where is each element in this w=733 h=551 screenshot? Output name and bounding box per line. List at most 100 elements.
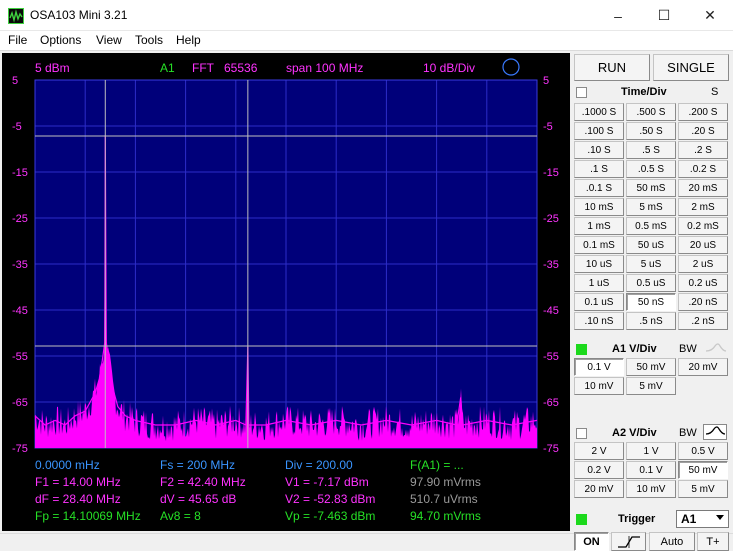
time-div-button[interactable]: .5 nS <box>626 312 676 330</box>
y-tick-label-right: -35 <box>543 259 559 271</box>
time-div-button[interactable]: 50 mS <box>626 179 676 197</box>
time-div-button[interactable]: 0.2 uS <box>678 274 728 292</box>
close-button[interactable]: ✕ <box>687 0 733 31</box>
readout-fs: Fs = 200 MHz <box>160 458 235 472</box>
time-div-button[interactable]: .50 S <box>626 122 676 140</box>
a1-enable-checkbox[interactable] <box>576 344 587 355</box>
time-div-button[interactable]: 1 uS <box>574 274 624 292</box>
time-div-checkbox[interactable] <box>576 87 587 98</box>
time-div-button[interactable]: .200 S <box>678 103 728 121</box>
y-tick-label-right: -25 <box>543 213 559 225</box>
y-tick-label-right: -55 <box>543 351 559 363</box>
y-tick-label-right: -15 <box>543 167 559 179</box>
readout-f2: F2 = 42.40 MHz <box>160 475 246 489</box>
a2-vdiv-button[interactable]: 2 V <box>574 442 624 460</box>
trigger-auto-button[interactable]: Auto <box>649 532 695 551</box>
time-div-button[interactable]: 0.5 mS <box>626 217 676 235</box>
time-div-button[interactable]: 10 uS <box>574 255 624 273</box>
y-tick-label-left: -55 <box>12 351 28 363</box>
time-div-button[interactable]: 50 nS <box>626 293 676 311</box>
a2-vdiv-button[interactable]: 1 V <box>626 442 676 460</box>
y-tick-label-left: -25 <box>12 213 28 225</box>
a2-bw-label: BW <box>679 427 697 439</box>
time-div-button[interactable]: 1 mS <box>574 217 624 235</box>
a2-vdiv-button[interactable]: 20 mV <box>574 480 624 498</box>
time-div-button[interactable]: .0.1 S <box>574 179 624 197</box>
run-button[interactable]: RUN <box>574 54 650 81</box>
readout-v1: V1 = -7.17 dBm <box>285 475 369 489</box>
oscilloscope-icon <box>8 8 24 24</box>
time-div-button[interactable]: 10 mS <box>574 198 624 216</box>
fft-points-label: 65536 <box>224 61 258 75</box>
time-div-button[interactable]: .5 S <box>626 141 676 159</box>
time-div-button[interactable]: 20 uS <box>678 236 728 254</box>
time-div-button[interactable]: 50 uS <box>626 236 676 254</box>
time-div-button[interactable]: .100 S <box>574 122 624 140</box>
span-label: span 100 MHz <box>286 61 363 75</box>
scale-label: 10 dB/Div <box>423 61 475 75</box>
trigger-on-button[interactable]: ON <box>574 532 609 551</box>
menu-options[interactable]: Options <box>40 33 81 47</box>
a2-vdiv-button[interactable]: 10 mV <box>626 480 676 498</box>
bottom-strip: ON Auto T+ <box>0 532 733 551</box>
menu-tools[interactable]: Tools <box>135 33 163 47</box>
time-div-button[interactable]: .10 nS <box>574 312 624 330</box>
a1-vdiv-button[interactable]: 0.1 V <box>574 358 624 376</box>
time-div-button[interactable]: .20 nS <box>678 293 728 311</box>
time-div-button[interactable]: 0.2 mS <box>678 217 728 235</box>
lowpass-curve-icon[interactable] <box>703 340 727 356</box>
time-div-button[interactable]: .500 S <box>626 103 676 121</box>
y-tick-label-right: 5 <box>543 75 549 87</box>
time-div-button[interactable]: .20 S <box>678 122 728 140</box>
readout-f1: F1 = 14.00 MHz <box>35 475 121 489</box>
a1-vdiv-button[interactable]: 50 mV <box>626 358 676 376</box>
a2-enable-checkbox[interactable] <box>576 428 587 439</box>
a2-vdiv-button[interactable]: 50 mV <box>678 461 728 479</box>
a2-vdiv-button[interactable]: 0.2 V <box>574 461 624 479</box>
time-div-button[interactable]: 2 uS <box>678 255 728 273</box>
time-div-button[interactable]: .0.2 S <box>678 160 728 178</box>
time-div-button[interactable]: 5 uS <box>626 255 676 273</box>
time-div-button[interactable]: 20 mS <box>678 179 728 197</box>
menu-file[interactable]: File <box>8 33 27 47</box>
menu-view[interactable]: View <box>96 33 122 47</box>
a2-vdiv-button[interactable]: 5 mV <box>678 480 728 498</box>
trigger-source-select[interactable]: A1 <box>676 510 729 528</box>
time-div-button[interactable]: 0.1 mS <box>574 236 624 254</box>
time-div-button[interactable]: .2 S <box>678 141 728 159</box>
fft-mode-label: FFT <box>192 61 215 75</box>
rising-edge-icon[interactable] <box>611 532 646 551</box>
y-tick-label-right: -75 <box>543 443 559 455</box>
maximize-button[interactable]: ☐ <box>641 0 687 31</box>
a2-vdiv-button[interactable]: 0.1 V <box>626 461 676 479</box>
time-div-button[interactable]: .1 S <box>574 160 624 178</box>
trigger-enable-checkbox[interactable] <box>576 514 587 525</box>
y-ticks-right: 5 -5 -15 -25 -35 -45 -55 -65 -75 <box>543 75 559 455</box>
time-div-button[interactable]: .2 nS <box>678 312 728 330</box>
a2-vdiv-button[interactable]: 0.5 V <box>678 442 728 460</box>
minimize-button[interactable]: – <box>595 0 641 31</box>
time-div-button[interactable]: .10 S <box>574 141 624 159</box>
a1-vdiv-button[interactable]: 5 mV <box>626 377 676 395</box>
chevron-down-icon <box>716 515 724 520</box>
time-div-button[interactable]: 0.5 uS <box>626 274 676 292</box>
a1-vdiv-button[interactable]: 20 mV <box>678 358 728 376</box>
time-div-button[interactable]: .1000 S <box>574 103 624 121</box>
single-button[interactable]: SINGLE <box>653 54 729 81</box>
lowpass-curve-icon[interactable] <box>703 424 727 440</box>
trigger-title: Trigger <box>618 513 656 525</box>
time-div-button[interactable]: .0.5 S <box>626 160 676 178</box>
readout-fp: Fp = 14.10069 MHz <box>35 509 141 523</box>
spectrum-plot[interactable]: 5 dBm A1 FFT 65536 span 100 MHz 10 dB/Di… <box>2 53 570 531</box>
trigger-tplus-button[interactable]: T+ <box>697 532 729 551</box>
readout-v2: V2 = -52.83 dBm <box>285 492 375 506</box>
time-div-button[interactable]: 0.1 uS <box>574 293 624 311</box>
menu-help[interactable]: Help <box>176 33 201 47</box>
title-bar: OSA103 Mini 3.21 – ☐ ✕ <box>0 0 733 31</box>
time-div-title: Time/Div <box>621 86 667 98</box>
time-div-button[interactable]: 2 mS <box>678 198 728 216</box>
time-div-button[interactable]: 5 mS <box>626 198 676 216</box>
scope-display[interactable]: 5 dBm A1 FFT 65536 span 100 MHz 10 dB/Di… <box>2 53 570 531</box>
status-circle-icon <box>502 58 520 76</box>
a1-vdiv-button[interactable]: 10 mV <box>574 377 624 395</box>
